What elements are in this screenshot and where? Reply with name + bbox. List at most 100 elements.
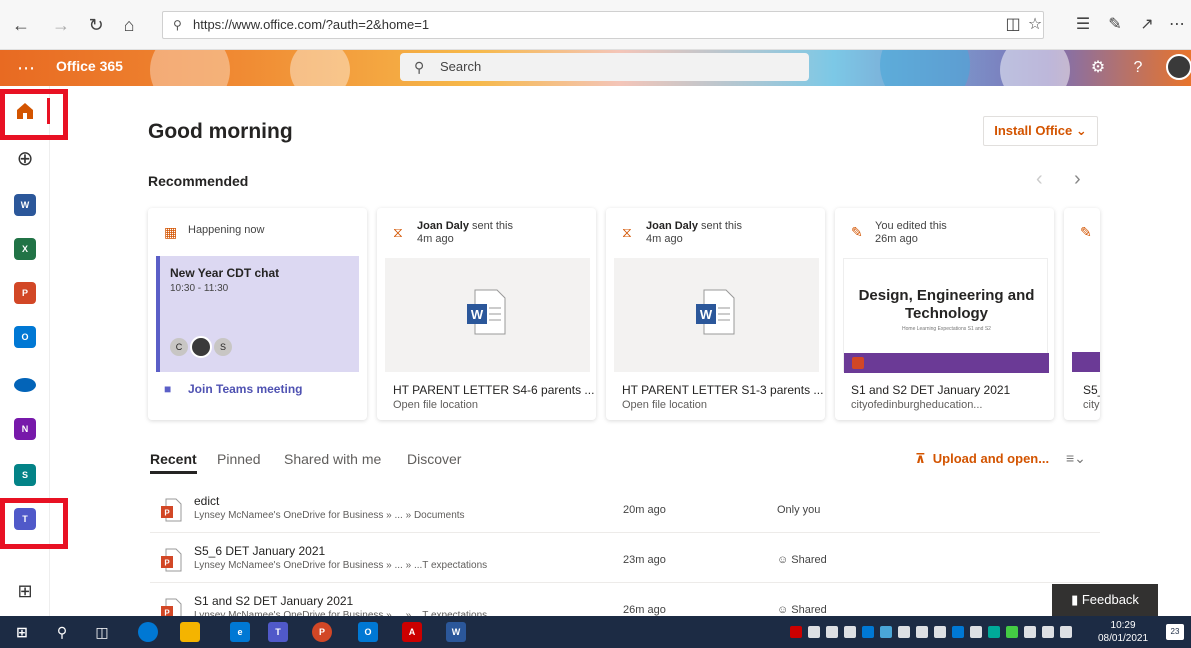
system-tray-icon[interactable] [988,626,1000,638]
slide-footer-bar [1072,352,1100,372]
all-apps-icon[interactable]: ⊞ [14,580,36,602]
notifications-icon[interactable]: 23 [1166,624,1184,640]
user-avatar[interactable] [1166,54,1191,80]
recommended-card-file[interactable]: ⧖ Joan Daly sent this 4m ago W HT PARENT … [606,208,825,420]
windows-start-icon[interactable]: ⊞ [12,622,32,642]
app-icon[interactable] [138,622,158,642]
tab-recent[interactable]: Recent [150,451,197,474]
sort-icon[interactable]: ≡⌄ [1066,450,1086,467]
favorites-list-icon[interactable]: ☰ [1072,14,1094,36]
more-icon[interactable]: ⋯ [1166,14,1188,36]
address-bar[interactable]: ⚲ https://www.office.com/?auth=2&home=1 [162,11,1044,39]
attachment-icon: ⧖ [393,224,403,240]
recommended-card-slide[interactable]: ✎ You edited this 26m ago Design, Enginee… [835,208,1054,420]
search-icon[interactable]: ⚲ [52,622,72,642]
word-app-icon[interactable]: W [14,194,36,216]
powerpoint-app-icon[interactable]: P [14,282,36,304]
recommended-card-meeting[interactable]: ▦ Happening now New Year CDT chat 10:30 … [148,208,367,420]
tab-pinned[interactable]: Pinned [217,451,261,467]
open-file-location-link[interactable]: Open file location [622,399,707,411]
brand-name[interactable]: Office 365 [56,58,123,74]
file-path: Lynsey McNamee's OneDrive for Business »… [194,560,488,571]
powerpoint-taskbar-icon[interactable]: P [312,622,332,642]
app-launcher-icon[interactable]: ⋯ [14,56,38,80]
word-file-icon: W [467,289,506,335]
card-location: cityofedinburgheducation... [851,399,983,411]
refresh-icon[interactable]: ↻ [85,14,107,36]
file-path: Lynsey McNamee's OneDrive for Business »… [194,510,465,521]
tab-discover[interactable]: Discover [407,451,461,467]
browser-toolbar: ← → ↻ ⌂ ⚲ https://www.office.com/?auth=2… [0,0,1191,50]
table-row[interactable]: Pedict Lynsey McNamee's OneDrive for Busi… [150,488,1100,533]
file-name[interactable]: S5_6 DET January 2021 [194,544,325,558]
upload-and-open-button[interactable]: ⊼ Upload and open... [915,451,1049,467]
system-tray-icon[interactable] [934,626,946,638]
feedback-label: Feedback [1081,592,1139,607]
help-icon[interactable]: ? [1126,56,1150,80]
reading-view-icon[interactable]: ◫ [1002,14,1024,36]
system-tray-icon[interactable] [952,626,964,638]
acrobat-taskbar-icon[interactable]: A [402,622,422,642]
system-tray-icon[interactable] [844,626,856,638]
install-office-button[interactable]: Install Office ⌄ [983,116,1098,146]
search-icon: ⚲ [414,59,425,75]
recommended-card-partial[interactable]: ✎ S5_ city [1064,208,1100,420]
system-tray-icon[interactable] [790,626,802,638]
teams-icon: ■ [164,382,172,396]
outlook-app-icon[interactable]: O [14,326,36,348]
search-input[interactable]: ⚲ Search [400,53,809,81]
task-view-icon[interactable]: ◫ [92,622,112,642]
back-icon[interactable]: ← [10,14,32,36]
system-tray-icon[interactable] [898,626,910,638]
shared-people-icon: ☺ [777,554,789,566]
system-clock[interactable]: 10:29 08/01/2021 [1098,619,1148,645]
powerpoint-icon [852,357,864,369]
file-name[interactable]: S1 and S2 DET January 2021 [194,594,353,608]
shared-people-icon: ☺ [777,604,789,616]
onenote-app-icon[interactable]: N [14,418,36,440]
system-tray-icon[interactable] [880,626,892,638]
settings-gear-icon[interactable]: ⚙ [1086,56,1110,80]
teams-taskbar-icon[interactable]: T [268,622,288,642]
system-tray-icon[interactable] [808,626,820,638]
system-tray-icon[interactable] [916,626,928,638]
carousel-next-icon[interactable]: › [1074,168,1081,191]
system-tray-icon[interactable] [826,626,838,638]
svg-text:W: W [471,307,484,322]
edge-browser-icon[interactable]: e [230,622,250,642]
feedback-button[interactable]: ▮ Feedback [1052,584,1158,616]
pen-icon[interactable]: ✎ [1104,14,1126,36]
share-icon[interactable]: ↗ [1136,14,1158,36]
recommended-card-file[interactable]: ⧖ Joan Daly sent this 4m ago W HT PARENT … [377,208,596,420]
forward-icon[interactable]: → [50,14,72,36]
join-teams-link[interactable]: Join Teams meeting [188,382,302,396]
system-tray-icon[interactable] [1024,626,1036,638]
attendee-avatar: S [214,338,232,356]
file-name[interactable]: edict [194,494,219,508]
carousel-prev-icon[interactable]: ‹ [1036,168,1043,191]
system-tray-icon[interactable] [1006,626,1018,638]
system-tray-icon[interactable] [1060,626,1072,638]
slide-preview: Design, Engineering and Technology Home … [843,258,1049,373]
card-title: HT PARENT LETTER S1-3 parents ... [622,383,824,397]
svg-text:P: P [164,559,170,568]
pencil-icon: ✎ [1080,224,1092,240]
create-plus-icon[interactable]: ⊕ [14,148,36,170]
excel-app-icon[interactable]: X [14,238,36,260]
home-icon[interactable]: ⌂ [118,14,140,36]
table-row[interactable]: P S5_6 DET January 2021 Lynsey McNamee's O… [150,538,1100,583]
tab-shared-with-me[interactable]: Shared with me [284,451,381,467]
system-tray-icon[interactable] [862,626,874,638]
system-tray-icon[interactable] [970,626,982,638]
word-taskbar-icon[interactable]: W [446,622,466,642]
file-explorer-icon[interactable] [180,622,200,642]
outlook-taskbar-icon[interactable]: O [358,622,378,642]
sharepoint-app-icon[interactable]: S [14,464,36,486]
onedrive-app-icon[interactable] [14,378,36,392]
slide-title: Design, Engineering and Technology [858,287,1035,322]
favorite-star-icon[interactable]: ☆ [1024,14,1046,36]
system-tray-icon[interactable] [1042,626,1054,638]
svg-text:W: W [700,307,713,322]
open-file-location-link[interactable]: Open file location [393,399,478,411]
powerpoint-file-icon: P [161,548,182,572]
